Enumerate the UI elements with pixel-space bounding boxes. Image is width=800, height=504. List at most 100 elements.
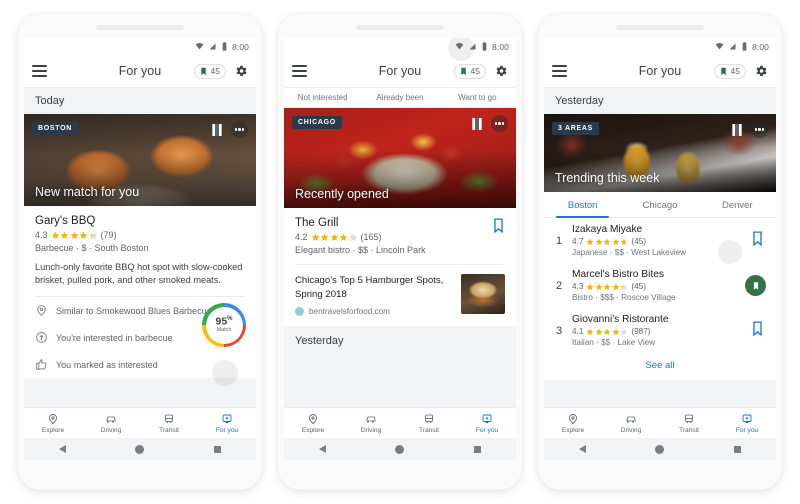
bookmark-outline-icon xyxy=(753,230,762,246)
nav-item-for-you[interactable]: For you xyxy=(198,413,256,434)
bookmark-outline-icon xyxy=(753,320,762,336)
hamburger-menu-icon[interactable] xyxy=(552,65,567,77)
tab-denver[interactable]: Denver xyxy=(699,192,776,217)
android-system-bar-3[interactable] xyxy=(544,438,776,460)
thumbs-up-icon xyxy=(36,358,47,370)
save-place-button[interactable] xyxy=(490,217,507,239)
place-name: Giovanni's Ristorante xyxy=(572,314,669,325)
article-title: Chicago's Top 5 Hamburger Spots, Spring … xyxy=(295,275,444,300)
saved-places-button[interactable]: 45 xyxy=(713,63,746,79)
saved-place-button[interactable] xyxy=(745,275,766,296)
star-icon xyxy=(587,328,594,335)
reason-row[interactable]: You marked as interested xyxy=(24,351,256,378)
gear-icon[interactable] xyxy=(234,64,248,78)
home-circle-icon[interactable] xyxy=(395,444,405,454)
list-item[interactable]: 2 Marcel's Bistro Bites 4.3 (45) Bistro … xyxy=(544,240,776,308)
hero-image-bbq[interactable]: BOSTON New match for you xyxy=(24,114,256,206)
feed-card-trending[interactable]: 3 AREAS Trending this week Boston Chicag… xyxy=(544,114,776,380)
filter-want-to-go[interactable]: Want to go xyxy=(439,93,516,102)
hero-scrim xyxy=(544,146,776,192)
list-item-body: Giovanni's Ristorante 4.1 (987) Italian … xyxy=(572,314,741,347)
recents-square-icon[interactable] xyxy=(474,445,482,453)
nav-item-explore[interactable]: Explore xyxy=(544,413,602,434)
feed-card-new-match[interactable]: BOSTON New match for you Gary's BBQ 4.3 … xyxy=(24,114,256,386)
more-options-icon[interactable] xyxy=(231,121,248,138)
list-item[interactable]: 1 Izakaya Miyake 4.7 (45) Japanese · $$ … xyxy=(544,218,776,263)
nav-item-for-you[interactable]: For you xyxy=(458,413,516,434)
nav-item-transit[interactable]: Transit xyxy=(660,413,718,434)
nav-item-driving[interactable]: Driving xyxy=(82,413,140,434)
train-icon xyxy=(425,414,433,423)
signal-icon xyxy=(209,43,216,50)
hamburger-menu-icon[interactable] xyxy=(32,65,47,77)
android-system-bar-1[interactable] xyxy=(24,438,256,460)
phone-1-content[interactable]: Today BOSTON New match for you Gary's BB… xyxy=(24,88,256,407)
star-icon xyxy=(330,233,338,241)
star-icon xyxy=(320,233,329,241)
gear-icon[interactable] xyxy=(754,64,768,78)
tab-chicago[interactable]: Chicago xyxy=(621,192,698,217)
hamburger-thumbnail xyxy=(461,274,505,314)
back-triangle-icon[interactable] xyxy=(318,445,326,453)
nav-item-transit[interactable]: Transit xyxy=(400,413,458,434)
nav-item-transit[interactable]: Transit xyxy=(140,413,198,434)
saved-places-button[interactable]: 45 xyxy=(193,63,226,79)
more-options-icon[interactable] xyxy=(751,121,768,138)
filter-not-interested[interactable]: Not interested xyxy=(284,93,361,102)
article-row[interactable]: Chicago's Top 5 Hamburger Spots, Spring … xyxy=(284,38,516,326)
phone-speaker-grille xyxy=(96,25,184,30)
bottom-navigation-3[interactable]: Explore Driving Transit For you xyxy=(544,407,776,438)
bottom-navigation-1[interactable]: Explore Driving Transit For you xyxy=(24,407,256,438)
bottom-navigation-2[interactable]: Explore Driving Transit For you xyxy=(284,407,516,438)
home-circle-icon[interactable] xyxy=(135,444,145,454)
map-badge-icon[interactable] xyxy=(472,117,482,130)
tab-boston[interactable]: Boston xyxy=(544,192,621,218)
see-all-link[interactable]: See all xyxy=(544,353,776,380)
phone-3-content[interactable]: Yesterday 3 AREAS Trending this week Bos… xyxy=(544,88,776,407)
star-icon xyxy=(604,238,611,245)
save-place-button[interactable] xyxy=(749,320,766,342)
hamburger-menu-icon[interactable] xyxy=(292,65,307,77)
back-triangle-icon[interactable] xyxy=(578,445,586,453)
nav-item-for-you[interactable]: For you xyxy=(718,413,776,434)
rank-number: 1 xyxy=(555,234,563,247)
article-text: Chicago's Top 5 Hamburger Spots, Spring … xyxy=(295,274,453,317)
android-system-bar-2[interactable] xyxy=(284,438,516,460)
hero-image-beer[interactable]: 3 AREAS Trending this week xyxy=(544,114,776,192)
star-icon xyxy=(612,238,620,245)
feed-card-recently-opened[interactable]: CHICAGO Recently opened The Grill 4.2 (1… xyxy=(284,38,516,327)
site-favicon xyxy=(295,307,304,317)
star-icon xyxy=(604,283,611,290)
filter-already-been[interactable]: Already been xyxy=(361,93,438,102)
review-count: (45) xyxy=(631,282,646,291)
map-badge-icon[interactable] xyxy=(732,123,742,136)
rank-number: 2 xyxy=(555,279,563,292)
gear-icon[interactable] xyxy=(494,64,508,78)
saved-places-button[interactable]: 45 xyxy=(453,63,486,79)
back-triangle-icon[interactable] xyxy=(58,445,66,453)
review-count: (987) xyxy=(631,327,651,336)
nav-label: For you xyxy=(475,426,499,434)
recents-square-icon[interactable] xyxy=(734,445,742,453)
phone-2-content[interactable]: CHICAGO Recently opened The Grill 4.2 (1… xyxy=(284,38,516,407)
star-icon xyxy=(612,328,620,335)
phone-speaker-grille xyxy=(356,25,444,30)
map-badge-icon[interactable] xyxy=(212,123,222,136)
nav-item-driving[interactable]: Driving xyxy=(342,413,400,434)
more-options-icon[interactable] xyxy=(491,115,508,132)
rating-value: 4.3 xyxy=(35,230,48,240)
hero-image-grill[interactable]: CHICAGO Recently opened xyxy=(284,108,516,208)
nav-item-driving[interactable]: Driving xyxy=(602,413,660,434)
list-item[interactable]: 3 Giovanni's Ristorante 4.1 (987) Italia… xyxy=(544,308,776,353)
nav-item-explore[interactable]: Explore xyxy=(284,413,342,434)
wifi-icon xyxy=(455,43,464,50)
nav-label: For you xyxy=(735,426,759,434)
section-header-yesterday: Yesterday xyxy=(284,326,516,357)
recents-square-icon[interactable] xyxy=(214,445,222,453)
nav-item-explore[interactable]: Explore xyxy=(24,413,82,434)
home-circle-icon[interactable] xyxy=(655,444,665,454)
battery-icon xyxy=(742,42,747,51)
city-tabs[interactable]: Boston Chicago Denver xyxy=(544,192,776,218)
feedback-filter-row[interactable]: Not interested Already been Want to go xyxy=(284,88,516,108)
save-place-button[interactable] xyxy=(749,230,766,252)
